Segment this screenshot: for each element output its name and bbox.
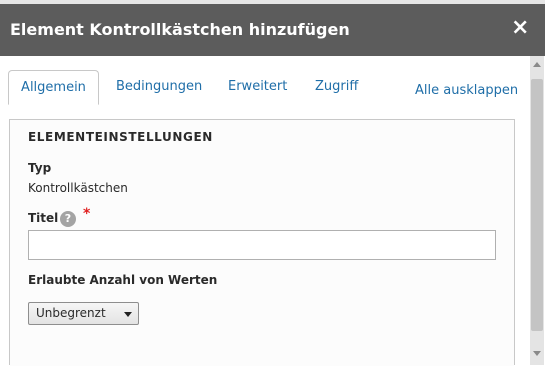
scroll-up-icon[interactable] bbox=[533, 62, 541, 67]
dialog-titlebar: Element Kontrollkästchen hinzufügen × bbox=[0, 0, 545, 56]
tab-bedingungen[interactable]: Bedingungen bbox=[116, 70, 202, 105]
allowed-values-label: Erlaubte Anzahl von Werten bbox=[28, 273, 218, 287]
tab-zugriff[interactable]: Zugriff bbox=[315, 70, 358, 105]
expand-all-link[interactable]: Alle ausklappen bbox=[415, 78, 518, 104]
chevron-down-icon bbox=[124, 312, 132, 317]
close-icon[interactable]: × bbox=[511, 16, 529, 40]
allowed-values-selected: Unbegrenzt bbox=[36, 306, 106, 320]
tab-bar: Allgemein Bedingungen Erweitert Zugriff … bbox=[8, 70, 520, 105]
dialog-title: Element Kontrollkästchen hinzufügen bbox=[10, 20, 350, 39]
tab-erweitert[interactable]: Erweitert bbox=[228, 70, 287, 105]
scroll-down-icon[interactable] bbox=[533, 351, 541, 356]
title-label: Titel bbox=[28, 211, 59, 225]
dialog-right-gutter bbox=[545, 0, 556, 365]
tab-allgemein[interactable]: Allgemein bbox=[8, 70, 99, 105]
type-value: Kontrollkästchen bbox=[28, 181, 128, 195]
allowed-values-select[interactable]: Unbegrenzt bbox=[28, 302, 139, 325]
type-label: Typ bbox=[28, 161, 52, 175]
required-marker: * bbox=[83, 206, 91, 222]
section-title: ELEMENTEINSTELLUNGEN bbox=[28, 130, 213, 144]
help-icon[interactable]: ? bbox=[60, 211, 76, 227]
add-checkbox-element-dialog: Element Kontrollkästchen hinzufügen × Al… bbox=[0, 0, 556, 366]
title-input[interactable] bbox=[28, 230, 496, 260]
element-settings-panel: ELEMENTEINSTELLUNGEN Typ Kontrollkästche… bbox=[9, 119, 515, 366]
scrollbar-thumb[interactable] bbox=[531, 79, 543, 331]
vertical-scrollbar[interactable] bbox=[530, 56, 544, 365]
